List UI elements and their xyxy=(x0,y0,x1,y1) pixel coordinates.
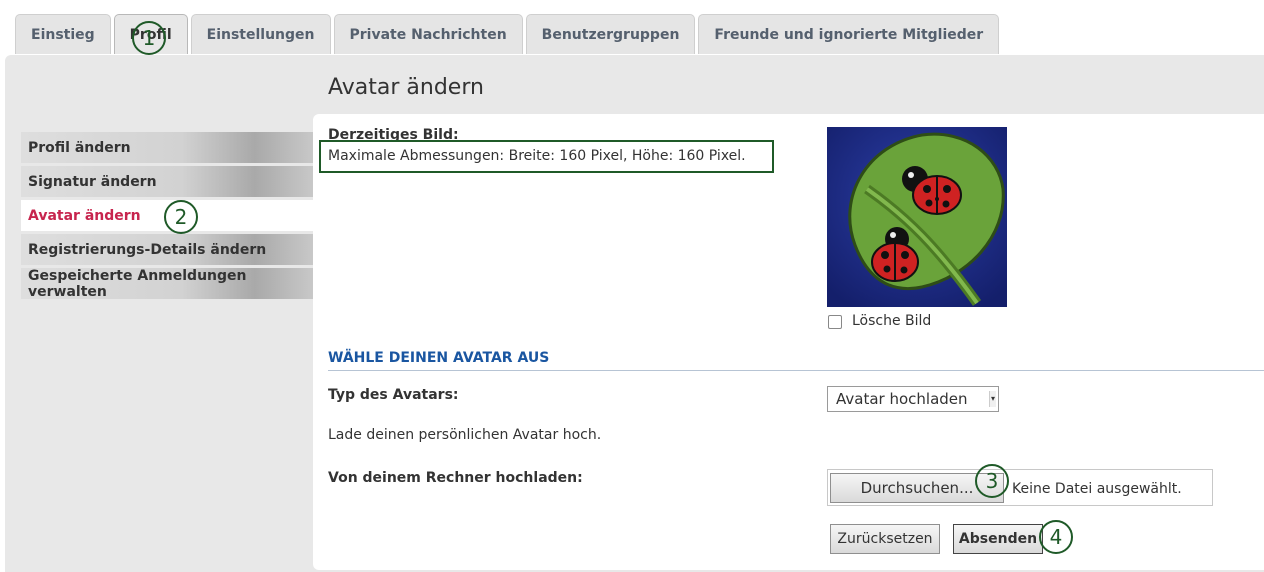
tab-einstellungen[interactable]: Einstellungen xyxy=(190,14,331,54)
delete-image-label: Lösche Bild xyxy=(852,313,932,329)
sidebar-item-signatur-aendern[interactable]: Signatur ändern xyxy=(21,166,313,197)
tab-private-nachrichten[interactable]: Private Nachrichten xyxy=(333,14,523,54)
ladybug-leaf-icon xyxy=(827,127,1007,307)
annotation-2: 2 xyxy=(164,200,198,234)
tab-einstieg[interactable]: Einstieg xyxy=(15,14,111,54)
highlight-box xyxy=(319,140,774,173)
tab-freunde[interactable]: Freunde und ignorierte Mitglieder xyxy=(698,14,1000,54)
delete-image-checkbox[interactable] xyxy=(828,315,842,329)
avatar-image xyxy=(827,127,1007,307)
sidebar-item-gespeicherte-anmeldungen[interactable]: Gespeicherte Anmeldungen verwalten xyxy=(21,268,313,300)
sidebar-item-registrierungs-details[interactable]: Registrierungs-Details ändern xyxy=(21,234,313,265)
upload-description: Lade deinen persönlichen Avatar hoch. xyxy=(328,427,602,443)
annotation-4: 4 xyxy=(1039,520,1073,554)
page-title: Avatar ändern xyxy=(328,75,484,100)
chevron-down-icon: ▾ xyxy=(989,391,996,407)
section-divider xyxy=(328,370,1264,371)
avatar-type-label: Typ des Avatars: xyxy=(328,387,459,403)
submit-button[interactable]: Absenden xyxy=(953,524,1043,554)
upload-label: Von deinem Rechner hochladen: xyxy=(328,470,583,486)
reset-button[interactable]: Zurücksetzen xyxy=(830,524,940,554)
sidebar-item-profil-aendern[interactable]: Profil ändern xyxy=(21,132,313,163)
annotation-1: 1 xyxy=(132,21,166,55)
tab-benutzergruppen[interactable]: Benutzergruppen xyxy=(525,14,696,54)
avatar-type-select[interactable]: Avatar hochladen ▾ xyxy=(827,386,999,412)
section-heading: WÄHLE DEINEN AVATAR AUS xyxy=(328,350,550,366)
avatar-type-value: Avatar hochladen xyxy=(836,390,968,408)
no-file-text: Keine Datei ausgewählt. xyxy=(1012,481,1182,497)
annotation-3: 3 xyxy=(975,464,1009,498)
